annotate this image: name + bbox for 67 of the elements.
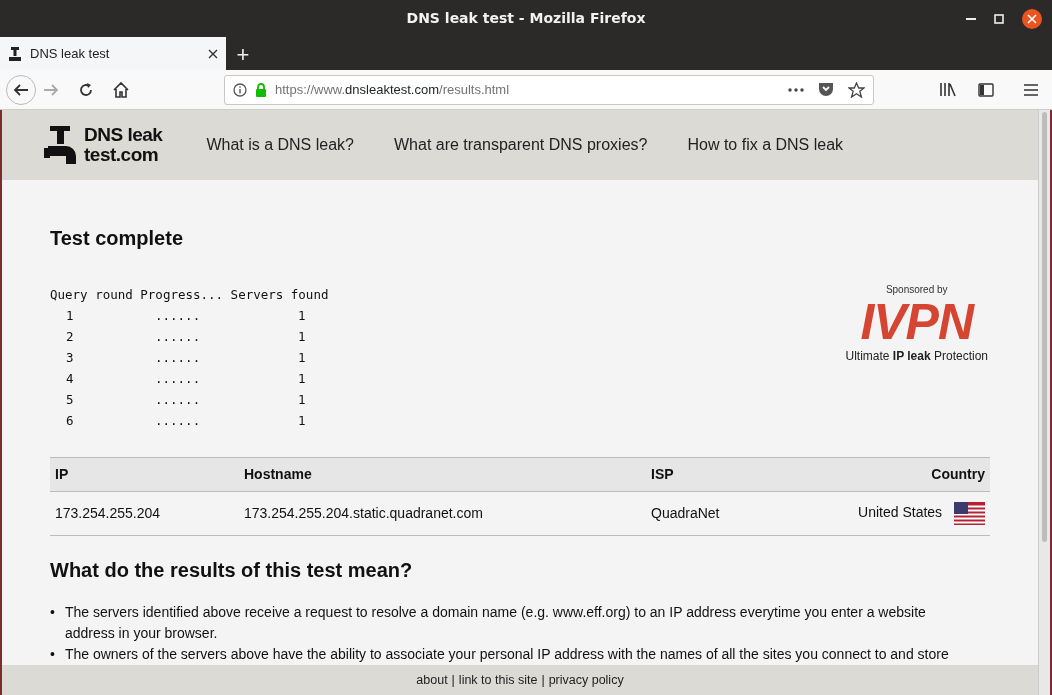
lock-icon (255, 82, 267, 97)
address-bar[interactable]: https://www.dnsleaktest.com/results.html (224, 74, 874, 105)
star-icon[interactable] (848, 81, 865, 98)
footer-link[interactable]: about (416, 670, 448, 690)
table-cell-text: 1 (297, 370, 306, 388)
column-header: Country (806, 457, 990, 492)
tap-icon (8, 46, 22, 61)
bullet-marker: • (50, 603, 55, 622)
table-cell-text: 3 (65, 349, 75, 367)
table-header: Query round Progress... Servers found (50, 286, 329, 304)
table-cell-text: 6 (65, 412, 75, 430)
reload-icon[interactable] (78, 81, 94, 98)
more-icon[interactable] (788, 87, 804, 92)
sponsor-logo[interactable]: IVPN (845, 297, 988, 347)
table-cell-text: 1 (297, 412, 306, 430)
sidebar-icon[interactable] (978, 82, 994, 97)
table-cell: 173.254.255.204 (50, 491, 239, 536)
menu-icon[interactable] (1024, 83, 1038, 96)
page-heading: Test complete (50, 226, 184, 250)
pocket-icon[interactable] (818, 82, 834, 97)
bullet-text: The owners of the servers above have the ability to associate your personal IP address with the names of all the sites you connect to and store (64, 645, 949, 664)
home-icon[interactable] (112, 80, 130, 99)
column-header: Hostname (239, 457, 646, 492)
table-cell: QuadraNet (646, 491, 806, 536)
table-cell-text: 1 (297, 391, 306, 409)
table-cell-text: ...... (154, 391, 202, 409)
browser-tab[interactable]: DNS leak test (0, 37, 226, 70)
table-cell-text: 1 (297, 349, 306, 367)
close-icon[interactable] (1022, 9, 1042, 29)
table-cell-text: 1 (65, 307, 75, 325)
table-cell-text: ...... (154, 349, 202, 367)
new-tab-button[interactable]: + (226, 37, 260, 70)
table-cell-text: 4 (65, 370, 75, 388)
table-cell: 173.254.255.204.static.quadranet.com (239, 491, 646, 536)
bullet-text: The servers identified above receive a request to resolve a domain name (e.g. www.eff.org) to an IP address everytime you enter a website address in your browser. (64, 603, 927, 643)
window-title: DNS leak test - Mozilla Firefox (406, 9, 646, 28)
table-cell: United States (858, 504, 943, 521)
maximize-icon[interactable] (994, 14, 1004, 24)
table-cell-text: 1 (297, 328, 306, 346)
table-cell-text: 5 (65, 391, 75, 409)
nav-link-text[interactable]: What is a DNS leak? (206, 133, 354, 157)
footer-link[interactable]: link to this site (458, 670, 538, 690)
table-cell-text: ...... (154, 412, 202, 430)
bullet-marker: • (50, 645, 55, 664)
nav-link-text[interactable]: What are transparent DNS proxies? (394, 133, 648, 157)
column-header: ISP (646, 457, 806, 492)
table-cell-text: ...... (154, 370, 202, 388)
footer-link[interactable]: privacy policy (548, 670, 624, 690)
separator-text: | (541, 671, 545, 689)
logo-text: DNS leak (84, 125, 163, 145)
separator-text: | (451, 671, 455, 689)
url-text: https://www.dnsleaktest.com/results.html (275, 80, 510, 99)
info-icon[interactable] (233, 82, 247, 97)
column-header: IP (50, 457, 239, 492)
nav-link-text[interactable]: How to fix a DNS leak (687, 133, 844, 157)
close-tab-icon[interactable] (208, 48, 218, 59)
sponsor-caption: Sponsored by (884, 283, 949, 297)
table-cell-text: ...... (154, 328, 202, 346)
table-cell-text: 1 (297, 307, 306, 325)
section-heading: What do the results of this test mean? (50, 558, 414, 582)
scrollbar-thumb[interactable] (1042, 112, 1047, 542)
sponsor-tagline: Ultimate IP leak Protection (845, 348, 988, 365)
library-icon[interactable] (939, 82, 956, 97)
flag-icon (954, 502, 985, 525)
table-cell-text: 2 (65, 328, 75, 346)
table-cell-text: ...... (154, 307, 202, 325)
logo-text: test.com (84, 145, 160, 165)
